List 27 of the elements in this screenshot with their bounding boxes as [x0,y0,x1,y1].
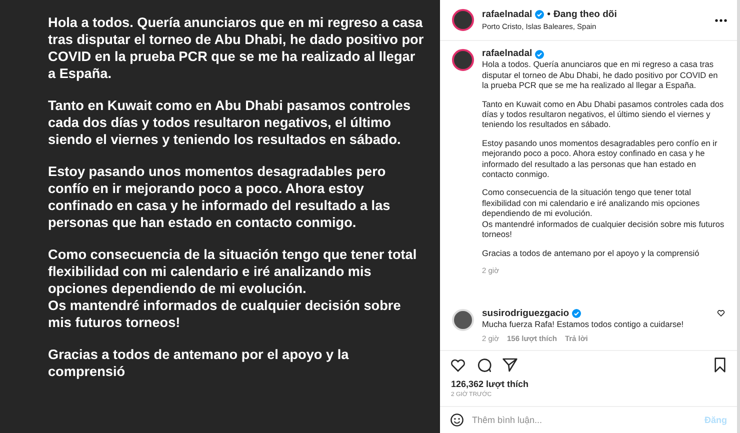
username-link[interactable]: rafaelnadal [482,9,532,20]
more-icon[interactable] [715,18,727,22]
comment-icon[interactable] [476,357,492,373]
caption-text: Hola a todos. Quería anunciaros que en mi regreso a casa tras disputar el torneo de Abu Dhabi, he dado positivo por COVID en la prueba PCR que se me ha realizado al llegar a España. [482,59,719,91]
caption-text: Como consecuencia de la situación tengo que tener total flexibilidad con mi calendario e iré analizando mis opciones dependiendo de mi evolución. Os mantendré informados de cualquier decisión sobre mis futuros torneos! [482,187,725,240]
post-text: Hola a todos. Quería anunciaros que en mi regreso a casa tras disputar el torneo de Abu Dhabi, he dado positivo por COVID en la prueba PCR que se me ha realizado al llegar a España. [48,14,425,82]
avatar[interactable] [452,49,474,71]
comment-text: Mucha fuerza Rafa! Estamos todos contigo a cuidarse! [482,319,685,330]
username-link[interactable]: rafaelnadal [482,49,532,60]
smiley-icon[interactable] [450,413,464,427]
follow-status[interactable]: Đang theo dõi [554,9,617,20]
post-text: Estoy pasando unos momentos desagradables pero confío en ir mejorando poco a poco. Ahora estoy confinado en casa y he informado del resultado a las personas que han estado en contacto conmigo. [48,163,392,231]
comment-field[interactable]: Thêm bình luận... [472,415,696,425]
post-text: Tanto en Kuwait como en Abu Dhabi pasamos controles cada dos días y todos resultaron negativos, el último siendo el viernes y teniendo los resultados en sábado. [48,97,412,148]
like-count[interactable]: 126,362 lượt thích [440,373,737,389]
bookmark-icon[interactable] [713,357,727,373]
heart-icon[interactable] [717,308,725,317]
post-text: Como consecuencia de la situación tengo que tener total flexibilidad con mi calendario e iré analizando mis opciones dependiendo de mi evolución. Os mantendré informados de cualquier decisión sobre mis futuros torneos! [48,246,418,331]
username-link[interactable]: susirodriguezgacio [482,308,570,320]
avatar[interactable] [452,9,474,31]
caption-text: Gracias a todos de antemano por el apoyo y la comprensió [482,248,700,258]
heart-icon[interactable] [450,357,466,373]
send-icon[interactable] [502,357,518,373]
caption-text: Tanto en Kuwait como en Abu Dhabi pasamos controles cada dos días y todos resultaron negativos, el último siendo el viernes y teniendo los resultados en sábado. [482,98,725,130]
separator: • [547,9,550,20]
post-text: Gracias a todos de antemano por el apoyo y la comprensió [48,346,350,380]
caption-text: Estoy pasando unos momentos desagradables pero confío en ir mejorando poco a poco. Ahora estoy confinado en casa y he informado del resultado a las personas que han estado en contacto conmigo. [482,138,718,180]
